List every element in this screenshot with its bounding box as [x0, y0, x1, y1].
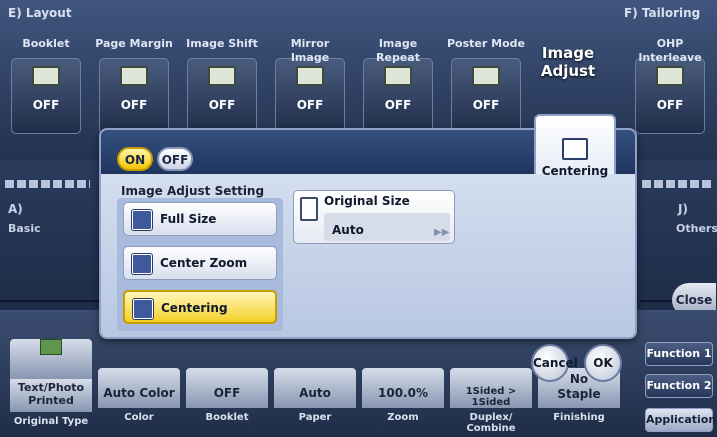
function1-button[interactable]: Function 1	[645, 342, 713, 366]
basic-tab-bar	[5, 180, 90, 188]
option-centering[interactable]: Centering	[123, 290, 277, 324]
divider	[0, 300, 100, 302]
centering-icon	[562, 138, 588, 160]
poster-mode-icon	[472, 66, 500, 86]
section-label-tailoring: F) Tailoring	[624, 6, 701, 20]
option-full-size[interactable]: Full Size	[123, 202, 277, 236]
function2-button[interactable]: Function 2	[645, 374, 713, 398]
duplex-combine-button[interactable]: 1Sided > 1Sided Duplex/ Combine	[450, 368, 532, 434]
others-letter: J)	[678, 202, 688, 216]
poster-mode-button[interactable]: OFF	[451, 58, 521, 134]
image-repeat-icon	[384, 66, 412, 86]
col-image-repeat[interactable]: Image Repeat OFF	[359, 30, 437, 134]
image-shift-icon	[208, 66, 236, 86]
basic-letter: A)	[8, 202, 23, 216]
original-size-label: Original Size	[324, 194, 410, 208]
dialog-title: Image Adjust	[540, 44, 596, 80]
original-type-icon	[40, 339, 62, 355]
booklet-icon	[32, 66, 60, 86]
ohp-interleave-button[interactable]: OFF	[635, 58, 705, 134]
image-repeat-button[interactable]: OFF	[363, 58, 433, 134]
full-size-icon	[132, 210, 152, 230]
double-arrow-right-icon: ▶▶	[434, 227, 450, 238]
col-booklet[interactable]: Booklet OFF	[7, 30, 85, 134]
center-zoom-icon	[132, 254, 152, 274]
on-toggle[interactable]: ON	[117, 147, 153, 171]
tab-others[interactable]: Others	[676, 222, 717, 235]
original-size-button[interactable]: Original Size Auto ▶▶	[293, 190, 455, 244]
color-button[interactable]: Auto Color Color	[98, 368, 180, 423]
cancel-button[interactable]: Cancel	[531, 344, 578, 382]
image-adjust-tab[interactable]: Centering	[534, 114, 616, 178]
zoom-button[interactable]: 100.0% Zoom	[362, 368, 444, 423]
original-type-button[interactable]: Text/Photo Printed Original Type	[10, 335, 92, 427]
image-adjust-setting-label: Image Adjust Setting	[121, 184, 265, 198]
paper-button[interactable]: Auto Paper	[274, 368, 356, 423]
image-adjust-setting-panel: Full Size Center Zoom Centering	[117, 198, 283, 331]
image-shift-button[interactable]: OFF	[187, 58, 257, 134]
original-size-value: Auto	[324, 213, 450, 241]
mirror-image-button[interactable]: OFF	[275, 58, 345, 134]
col-ohp-interleave[interactable]: OHP Interleave OFF	[631, 30, 709, 134]
booklet-button[interactable]: OFF	[11, 58, 81, 134]
tab-basic[interactable]: Basic	[8, 222, 41, 235]
ok-button[interactable]: OK	[584, 344, 622, 382]
col-mirror-image[interactable]: Mirror Image OFF	[271, 30, 349, 134]
section-label-layout: E) Layout	[8, 6, 72, 20]
application-button[interactable]: Application	[645, 408, 716, 432]
document-icon	[300, 197, 318, 221]
image-adjust-dialog: Centering Image Adjust ON OFF Image Adju…	[99, 44, 637, 339]
page-margin-button[interactable]: OFF	[99, 58, 169, 134]
col-page-margin[interactable]: Page Margin OFF	[95, 30, 173, 134]
centering-icon	[133, 299, 153, 319]
off-toggle[interactable]: OFF	[157, 147, 193, 171]
col-image-shift[interactable]: Image Shift OFF	[183, 30, 261, 134]
booklet-bottom-button[interactable]: OFF Booklet	[186, 368, 268, 423]
ohp-interleave-icon	[656, 66, 684, 86]
image-adjust-tab-value: Centering	[541, 164, 609, 178]
others-tab-bar	[642, 180, 712, 188]
page-margin-icon	[120, 66, 148, 86]
mirror-image-icon	[296, 66, 324, 86]
option-center-zoom[interactable]: Center Zoom	[123, 246, 277, 280]
